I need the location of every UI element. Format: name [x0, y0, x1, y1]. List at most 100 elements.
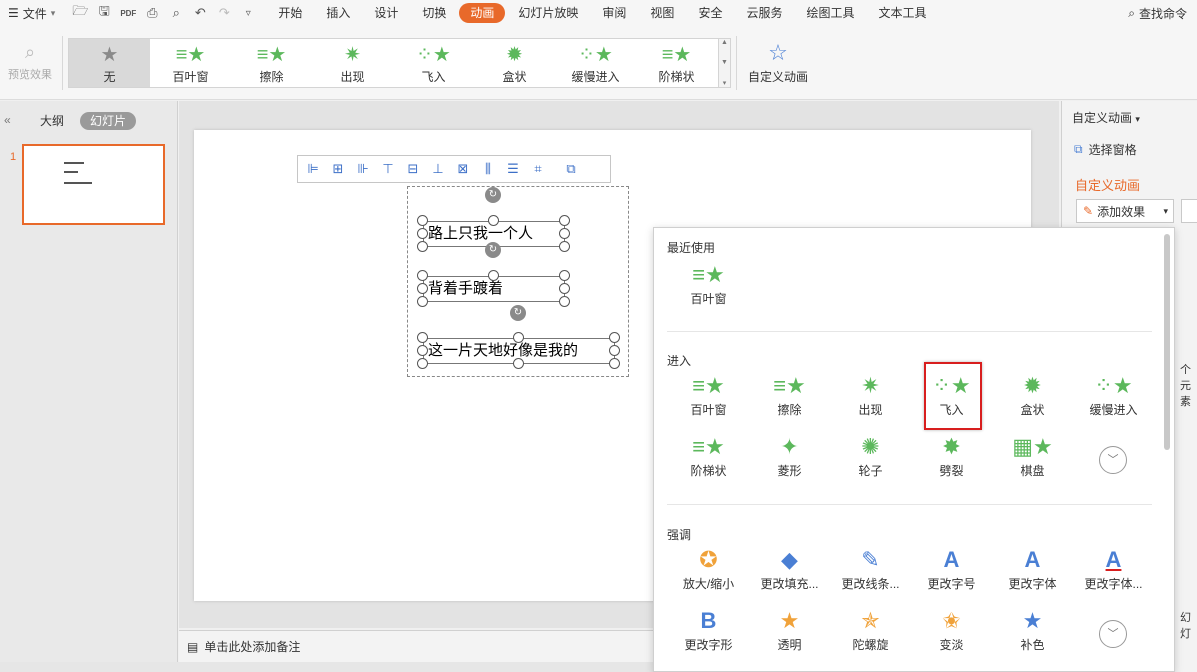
group-icon[interactable]: ⧉	[560, 158, 582, 180]
more-emphasis-effects-button[interactable]: ﹀	[1099, 620, 1127, 648]
resize-handle[interactable]	[513, 332, 524, 343]
resize-handle[interactable]	[417, 283, 428, 294]
search-command[interactable]: ⌕ 查找命令	[1128, 0, 1187, 26]
align-middle-icon[interactable]: ⊟	[402, 158, 424, 180]
resize-handle[interactable]	[559, 215, 570, 226]
print-icon[interactable]: ⎙	[141, 2, 163, 24]
tab-outline[interactable]: 大纲	[30, 112, 74, 130]
tab-review[interactable]: 审阅	[591, 3, 637, 23]
effect-emphasis-change-line[interactable]: ✎ 更改线条...	[830, 545, 911, 601]
save-icon[interactable]: 🖫	[93, 2, 115, 24]
gallery-item-wipe[interactable]: ≡★ 擦除	[231, 39, 312, 87]
redo-icon[interactable]: ↷	[213, 2, 235, 24]
resize-handle[interactable]	[417, 358, 428, 369]
resize-handle[interactable]	[417, 296, 428, 307]
tab-security[interactable]: 安全	[687, 3, 733, 23]
gallery-item-blinds[interactable]: ≡★ 百叶窗	[150, 39, 231, 87]
effect-enter-blinds[interactable]: ≡★ 百叶窗	[668, 371, 749, 427]
effect-emphasis-transparency[interactable]: ★ 透明	[749, 606, 830, 662]
gallery-item-stairs[interactable]: ≡★ 阶梯状	[636, 39, 717, 87]
distribute-columns-icon[interactable]: ⫼	[477, 158, 499, 180]
resize-handle[interactable]	[559, 283, 570, 294]
tab-drawing-tools[interactable]: 绘图工具	[795, 3, 865, 23]
open-folder-icon[interactable]: 🗁	[69, 2, 91, 24]
effect-emphasis-change-size[interactable]: A 更改字号	[911, 545, 992, 601]
resize-handle[interactable]	[417, 241, 428, 252]
dropdown-scrollbar[interactable]	[1164, 234, 1170, 450]
align-right-icon[interactable]: ⊪	[352, 158, 374, 180]
print-preview-icon[interactable]: ⌕	[165, 2, 187, 24]
gallery-item-slow-enter[interactable]: ⁘★ 缓慢进入	[555, 39, 636, 87]
expand-gallery-icon[interactable]: ▾	[723, 79, 727, 87]
effect-emphasis-spin[interactable]: ✯ 陀螺旋	[830, 606, 911, 662]
remove-effect-button[interactable]	[1181, 199, 1197, 223]
align-top-icon[interactable]: ⊤	[377, 158, 399, 180]
file-menu[interactable]: ☰ 文件 ▾	[0, 0, 63, 26]
slide-thumbnail[interactable]	[22, 144, 165, 225]
tab-transition[interactable]: 切换	[411, 3, 457, 23]
more-enter-effects-button[interactable]: ﹀	[1099, 446, 1127, 474]
gallery-item-none[interactable]: ★ 无	[69, 39, 150, 87]
effect-enter-slow-enter[interactable]: ⁘★ 缓慢进入	[1073, 371, 1154, 427]
resize-handle[interactable]	[559, 296, 570, 307]
tab-insert[interactable]: 插入	[315, 3, 361, 23]
tab-design[interactable]: 设计	[363, 3, 409, 23]
tab-text-tools[interactable]: 文本工具	[867, 3, 937, 23]
align-left-icon[interactable]: ⊫	[302, 158, 324, 180]
gallery-item-fly-in[interactable]: ⁘★ 飞入	[393, 39, 474, 87]
effect-emphasis-change-font-color[interactable]: A 更改字体...	[1073, 545, 1154, 601]
pane-title[interactable]: 自定义动画 ▾	[1072, 109, 1140, 126]
tab-slideshow[interactable]: 幻灯片放映	[507, 3, 589, 23]
resize-handle[interactable]	[417, 332, 428, 343]
scroll-down-icon[interactable]: ▼	[721, 59, 728, 66]
preview-effect-button[interactable]: ⌕ 预览效果	[4, 38, 56, 90]
resize-handle[interactable]	[417, 228, 428, 239]
gallery-item-appear[interactable]: ✷ 出现	[312, 39, 393, 87]
align-center-icon[interactable]: ⊞	[327, 158, 349, 180]
resize-handle[interactable]	[417, 215, 428, 226]
gallery-scroll[interactable]: ▲ ▼ ▾	[719, 38, 731, 88]
resize-handle[interactable]	[559, 270, 570, 281]
tab-home[interactable]: 开始	[267, 3, 313, 23]
tab-slides[interactable]: 幻灯片	[80, 112, 137, 130]
selection-pane-button[interactable]: ⧉ 选择窗格	[1074, 141, 1137, 158]
effect-emphasis-change-style[interactable]: B 更改字形	[668, 606, 749, 662]
customize-toolbar-icon[interactable]: ▿	[237, 2, 259, 24]
effect-enter-appear[interactable]: ✷ 出现	[830, 371, 911, 427]
collapse-panel-icon[interactable]: «	[4, 113, 11, 127]
effect-emphasis-change-fill[interactable]: ◆ 更改填充...	[749, 545, 830, 601]
resize-handle[interactable]	[609, 332, 620, 343]
effect-emphasis-complementary[interactable]: ★ 补色	[992, 606, 1073, 662]
effect-emphasis-change-font[interactable]: A 更改字体	[992, 545, 1073, 601]
effect-enter-wipe[interactable]: ≡★ 擦除	[749, 371, 830, 427]
rotate-handle-icon[interactable]: ↻	[485, 242, 501, 258]
resize-handle[interactable]	[609, 358, 620, 369]
effect-recent-blinds[interactable]: ≡★ 百叶窗	[668, 260, 749, 316]
effect-emphasis-fade[interactable]: ✬ 变淡	[911, 606, 992, 662]
effect-enter-checkerboard[interactable]: ▦★ 棋盘	[992, 432, 1073, 488]
gallery-item-box[interactable]: ✹ 盒状	[474, 39, 555, 87]
resize-handle[interactable]	[488, 270, 499, 281]
resize-handle[interactable]	[488, 215, 499, 226]
effect-enter-wheel[interactable]: ✺ 轮子	[830, 432, 911, 488]
resize-handle[interactable]	[559, 241, 570, 252]
resize-handle[interactable]	[559, 228, 570, 239]
align-bottom-icon[interactable]: ⊥	[427, 158, 449, 180]
scroll-up-icon[interactable]: ▲	[721, 39, 728, 46]
undo-icon[interactable]: ↶	[189, 2, 211, 24]
tab-view[interactable]: 视图	[639, 3, 685, 23]
add-effect-button[interactable]: ✎ 添加效果 ▾	[1076, 199, 1174, 223]
crop-icon[interactable]: ⌗	[527, 158, 549, 180]
export-pdf-icon[interactable]: PDF	[117, 2, 139, 24]
resize-handle[interactable]	[417, 270, 428, 281]
effect-enter-stairs[interactable]: ≡★ 阶梯状	[668, 432, 749, 488]
tab-animation[interactable]: 动画	[459, 3, 506, 23]
tab-cloud[interactable]: 云服务	[735, 3, 793, 23]
effect-enter-diamond[interactable]: ✦ 菱形	[749, 432, 830, 488]
distribute-vertical-icon[interactable]: ☰	[502, 158, 524, 180]
effect-enter-box[interactable]: ✹ 盒状	[992, 371, 1073, 427]
resize-handle[interactable]	[417, 345, 428, 356]
custom-animation-button[interactable]: ☆ 自定义动画	[742, 38, 814, 90]
resize-handle[interactable]	[513, 358, 524, 369]
distribute-horizontal-icon[interactable]: ⊠	[452, 158, 474, 180]
